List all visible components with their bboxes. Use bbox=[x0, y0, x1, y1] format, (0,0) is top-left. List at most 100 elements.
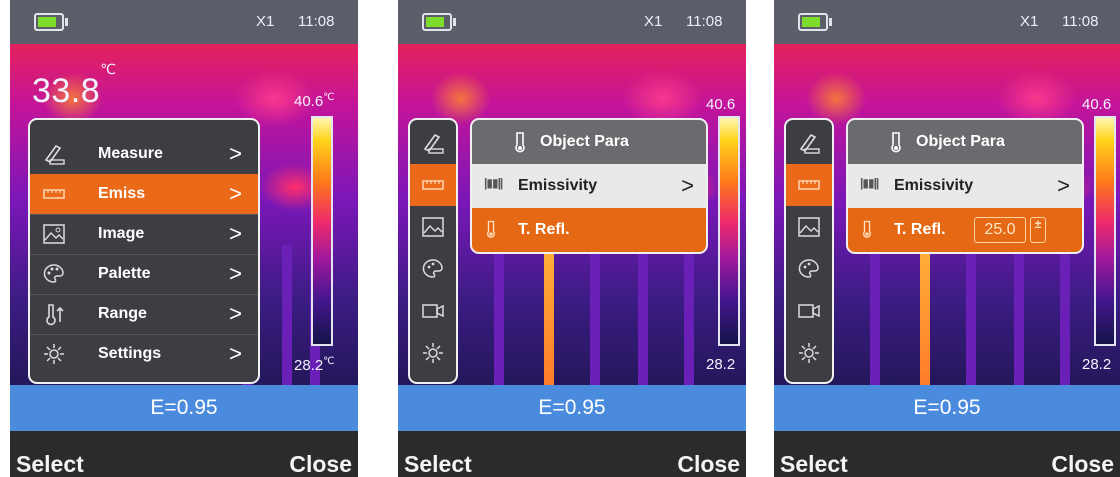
submenu-header: Object Para bbox=[472, 120, 706, 164]
image-icon bbox=[43, 224, 65, 244]
menu-item-palette[interactable]: Palette > bbox=[30, 254, 258, 295]
chevron-right-icon: > bbox=[229, 181, 242, 206]
image-icon bbox=[798, 217, 820, 237]
object-para-panel: Object Para |▮▮|| Emissivity > T. Refl. … bbox=[846, 118, 1084, 254]
measure-icon bbox=[44, 144, 65, 165]
palette-icon bbox=[43, 264, 64, 283]
menu-icon-rail bbox=[784, 118, 834, 384]
emissivity-icon bbox=[422, 180, 444, 190]
thermometer-icon bbox=[891, 132, 901, 153]
rail-item-image[interactable] bbox=[786, 206, 832, 248]
measure-icon bbox=[799, 133, 820, 154]
menu-item-range[interactable]: Range > bbox=[30, 294, 258, 335]
rail-item-emiss[interactable] bbox=[786, 164, 832, 206]
rail-item-emiss[interactable] bbox=[410, 164, 456, 206]
center-temperature: 33.8℃ bbox=[32, 60, 117, 110]
chevron-right-icon: > bbox=[1057, 173, 1070, 198]
main-menu: Measure > Emiss > Image > Palette > Rang… bbox=[28, 118, 260, 384]
chevron-right-icon: > bbox=[681, 173, 694, 198]
select-softkey[interactable]: Select bbox=[404, 451, 472, 477]
submenu-header: Object Para bbox=[848, 120, 1082, 164]
battery-icon bbox=[798, 13, 832, 31]
menu-item-emiss[interactable]: Emiss > bbox=[30, 174, 258, 215]
close-softkey[interactable]: Close bbox=[289, 451, 352, 477]
select-softkey[interactable]: Select bbox=[780, 451, 848, 477]
emissivity-icon: |▮▮|| bbox=[860, 176, 879, 190]
menu-item-settings[interactable]: Settings > bbox=[30, 334, 258, 374]
camera-screen-object-para: X1 11:08 40.6 28.2 Object Para |▮▮|| Emi… bbox=[398, 0, 746, 477]
softkey-bar: Select Close bbox=[10, 431, 358, 477]
emissivity-icon bbox=[798, 180, 820, 190]
chevron-right-icon: > bbox=[229, 261, 242, 286]
camera-screen-main-menu: X1 11:08 33.8℃ 40.6℃ 28.2℃ Measure > Emi… bbox=[10, 0, 358, 477]
image-icon bbox=[422, 217, 444, 237]
zoom-level: X1 bbox=[256, 13, 275, 30]
chevron-right-icon: > bbox=[229, 221, 242, 246]
menu-item-measure[interactable]: Measure > bbox=[30, 134, 258, 175]
palette-icon bbox=[798, 259, 819, 278]
scale-min-label: 28.2℃ bbox=[294, 356, 335, 374]
rail-item-measure[interactable] bbox=[786, 122, 832, 164]
softkey-bar: Select Close bbox=[398, 431, 746, 477]
close-softkey[interactable]: Close bbox=[1051, 451, 1114, 477]
battery-icon bbox=[422, 13, 456, 31]
rail-item-image[interactable] bbox=[410, 206, 456, 248]
chevron-right-icon: > bbox=[229, 141, 242, 166]
settings-gear-icon bbox=[423, 343, 443, 363]
rail-item-settings[interactable] bbox=[410, 332, 456, 374]
scale-min-label: 28.2 bbox=[706, 356, 736, 373]
scale-max-label: 40.6 bbox=[706, 96, 736, 113]
camera-screen-t-refl-edit: X1 11:08 40.6 28.2 Object Para |▮▮|| Emi… bbox=[774, 0, 1120, 477]
zoom-level: X1 bbox=[644, 13, 663, 30]
close-softkey[interactable]: Close bbox=[677, 451, 740, 477]
rail-item-settings[interactable] bbox=[786, 332, 832, 374]
rail-item-video[interactable] bbox=[410, 290, 456, 332]
settings-gear-icon bbox=[44, 344, 64, 364]
thermometer-icon bbox=[487, 220, 495, 238]
menu-item-image[interactable]: Image > bbox=[30, 214, 258, 255]
emissivity-icon bbox=[43, 189, 65, 199]
scale-min-label: 28.2 bbox=[1082, 356, 1112, 373]
rail-item-measure[interactable] bbox=[410, 122, 456, 164]
scale-max-label: 40.6 bbox=[1082, 96, 1112, 113]
color-scale-bar bbox=[718, 116, 740, 346]
rail-item-palette[interactable] bbox=[410, 248, 456, 290]
menu-icon-rail bbox=[408, 118, 458, 384]
emissivity-readout: E=0.95 bbox=[10, 385, 358, 431]
palette-icon bbox=[422, 259, 443, 278]
clock-time: 11:08 bbox=[298, 13, 335, 30]
video-camera-icon bbox=[422, 304, 444, 318]
rail-item-video[interactable] bbox=[786, 290, 832, 332]
clock-time: 11:08 bbox=[686, 13, 723, 30]
thermometer-icon bbox=[515, 132, 525, 153]
clock-time: 11:08 bbox=[1062, 13, 1099, 30]
color-scale-bar bbox=[311, 116, 333, 346]
status-bar: X1 11:08 bbox=[398, 0, 746, 44]
video-camera-icon bbox=[798, 304, 820, 318]
submenu-item-emissivity[interactable]: |▮▮|| Emissivity > bbox=[472, 164, 706, 208]
thermometer-icon bbox=[863, 220, 871, 238]
status-bar: X1 11:08 bbox=[10, 0, 358, 44]
submenu-item-emissivity[interactable]: |▮▮|| Emissivity > bbox=[848, 164, 1082, 208]
status-bar: X1 11:08 bbox=[774, 0, 1120, 44]
emissivity-icon: |▮▮|| bbox=[484, 176, 503, 190]
softkey-bar: Select Close bbox=[774, 431, 1120, 477]
submenu-item-t-refl[interactable]: T. Refl. bbox=[472, 208, 706, 252]
object-para-panel: Object Para |▮▮|| Emissivity > T. Refl. bbox=[470, 118, 708, 254]
chevron-right-icon: > bbox=[229, 301, 242, 326]
battery-icon bbox=[34, 13, 68, 31]
emissivity-readout: E=0.95 bbox=[774, 385, 1120, 431]
emissivity-readout: E=0.95 bbox=[398, 385, 746, 431]
rail-item-palette[interactable] bbox=[786, 248, 832, 290]
t-refl-value-field[interactable]: 25.0 bbox=[974, 217, 1026, 243]
chevron-right-icon: > bbox=[229, 341, 242, 366]
zoom-level: X1 bbox=[1020, 13, 1039, 30]
settings-gear-icon bbox=[799, 343, 819, 363]
select-softkey[interactable]: Select bbox=[16, 451, 84, 477]
scale-max-label: 40.6℃ bbox=[294, 92, 335, 110]
plus-minus-stepper-icon[interactable]: ± bbox=[1030, 217, 1046, 243]
submenu-item-t-refl[interactable]: T. Refl. 25.0 ± bbox=[848, 208, 1082, 252]
measure-icon bbox=[423, 133, 444, 154]
color-scale-bar bbox=[1094, 116, 1116, 346]
range-thermometer-icon bbox=[46, 304, 64, 326]
